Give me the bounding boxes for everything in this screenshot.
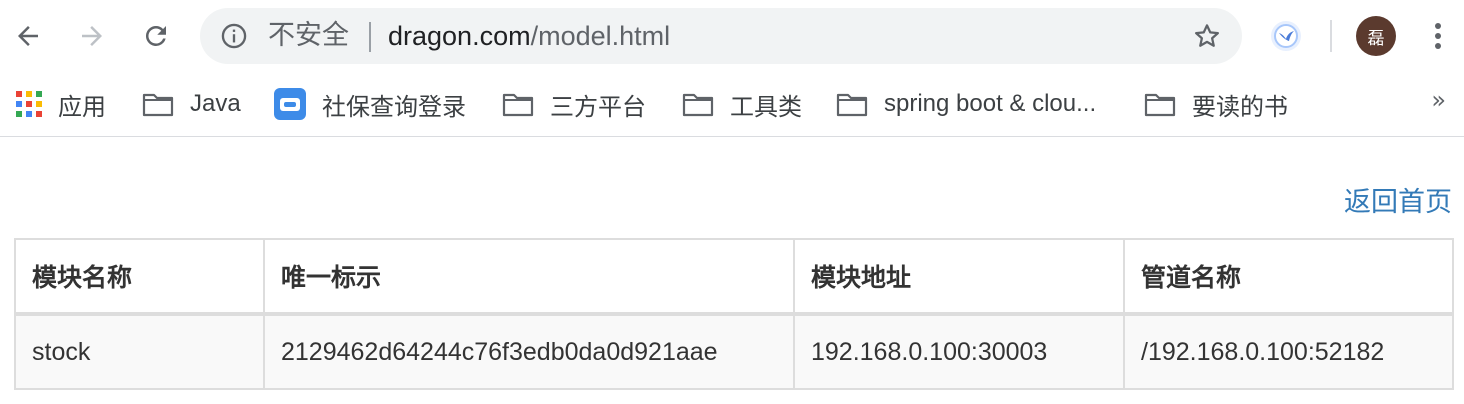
bookmark-social-security-login[interactable]: 社保查询登录 [274,84,466,124]
forward-arrow-icon [82,26,102,46]
bookmark-folder-java[interactable]: Java [142,84,241,124]
bookmark-folder-third-party[interactable]: 三方平台 [502,84,646,124]
column-header-module-name: 模块名称 [14,238,265,316]
back-button[interactable] [6,14,50,58]
folder-icon [142,91,174,117]
column-header-unique-id: 唯一标示 [263,238,795,316]
bookmarks-overflow-chevron[interactable]: » [1431,86,1446,114]
reload-icon [145,25,166,46]
reload-button[interactable] [134,14,178,58]
bookmark-apps[interactable]: 应用 [16,84,106,124]
folder-icon [836,91,868,117]
back-arrow-icon [18,26,38,46]
folder-icon [1144,91,1176,117]
bookmarks-bar: 应用 Java 社保查询登录 三方平台 工具类 spring boot & cl… [0,72,1464,137]
extension-bird-icon[interactable] [1270,20,1302,52]
folder-icon [682,91,714,117]
forward-button[interactable] [70,14,114,58]
more-vertical-icon[interactable] [1426,18,1450,54]
module-table: 模块名称 唯一标示 模块地址 管道名称 stock 2129462d64244c… [14,238,1454,390]
bookmark-label: spring boot & clou... [884,90,1097,117]
cell-module-address: 192.168.0.100:30003 [793,313,1125,390]
security-status-label[interactable]: 不安全 [268,18,349,54]
column-header-channel-name: 管道名称 [1123,238,1454,316]
bookmark-label: Java [190,90,241,117]
bookmark-folder-books[interactable]: 要读的书 [1144,84,1288,124]
url-path: /model.html [530,21,671,51]
bookmark-label: 社保查询登录 [322,93,466,121]
toolbar-divider [1330,20,1332,52]
bookmark-label: 应用 [58,93,106,121]
profile-avatar[interactable]: 磊 [1356,16,1396,56]
back-home-link[interactable]: 返回首页 [1344,180,1452,219]
bookmark-folder-spring-boot[interactable]: spring boot & clou... [836,84,1096,124]
cell-unique-id: 2129462d64244c76f3edb0da0d921aae [263,313,795,390]
info-icon[interactable] [220,22,248,50]
bookmark-folder-tools[interactable]: 工具类 [682,84,802,124]
url-host: dragon.com [388,21,531,51]
bookmark-label: 要读的书 [1192,93,1288,121]
url-text[interactable]: dragon.com/model.html [388,18,670,54]
bookmark-label: 三方平台 [550,93,646,121]
site-favicon-icon [274,88,306,120]
browser-toolbar: 不安全 dragon.com/model.html 磊 [0,0,1464,72]
address-bar[interactable]: 不安全 dragon.com/model.html [200,8,1242,64]
omnibox-divider [369,22,371,52]
cell-module-name: stock [14,313,265,390]
bookmark-label: 工具类 [730,93,802,121]
table-header-row: 模块名称 唯一标示 模块地址 管道名称 [14,238,1454,316]
folder-icon [502,91,534,117]
bookmark-star-icon[interactable] [1192,21,1222,51]
apps-grid-icon [16,91,42,117]
cell-channel-name: /192.168.0.100:52182 [1123,313,1454,390]
column-header-module-address: 模块地址 [793,238,1125,316]
table-row: stock 2129462d64244c76f3edb0da0d921aae 1… [14,313,1454,390]
